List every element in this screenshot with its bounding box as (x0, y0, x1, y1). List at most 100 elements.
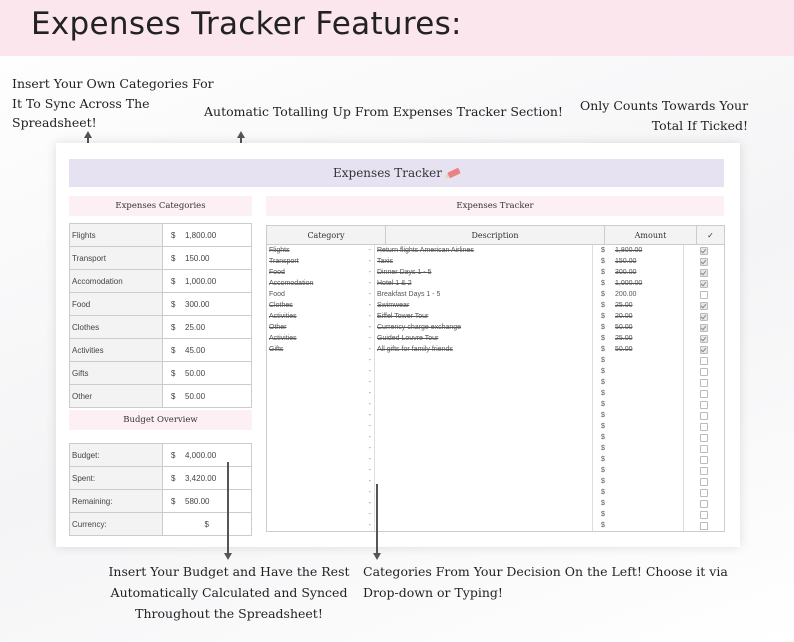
description-cell[interactable]: Return flights American Airlines (375, 245, 593, 256)
amount-cell[interactable]: $50.00 (593, 344, 684, 355)
category-dropdown[interactable]: Food - (267, 289, 375, 300)
row-value-cell[interactable]: $4,000.00 (163, 444, 251, 466)
tick-cell[interactable] (684, 421, 724, 432)
category-dropdown[interactable]: Activities - (267, 333, 375, 344)
description-cell[interactable]: Swimwear (375, 300, 593, 311)
category-dropdown[interactable]: Gifts - (267, 344, 375, 355)
amount-cell[interactable]: $20.00 (593, 311, 684, 322)
amount-cell[interactable]: $ (593, 377, 684, 388)
category-dropdown[interactable]: - (267, 355, 375, 366)
tick-cell[interactable] (684, 366, 724, 377)
tick-cell[interactable] (684, 377, 724, 388)
description-cell[interactable]: Currency charge exchange (375, 322, 593, 333)
tick-cell[interactable] (684, 256, 724, 267)
row-value-cell[interactable]: $3,420.00 (163, 467, 251, 489)
row-value-cell[interactable]: $300.00 (163, 293, 251, 315)
category-dropdown[interactable]: Clothes - (267, 300, 375, 311)
checkbox[interactable] (700, 411, 708, 420)
tick-cell[interactable] (684, 509, 724, 520)
tick-cell[interactable] (684, 443, 724, 454)
category-dropdown[interactable]: Transport - (267, 256, 375, 267)
row-value-cell[interactable]: $1,000.00 (163, 270, 251, 292)
amount-cell[interactable]: $ (593, 421, 684, 432)
description-cell[interactable]: Taxis (375, 256, 593, 267)
checkbox[interactable] (700, 433, 708, 442)
category-dropdown[interactable]: - (267, 366, 375, 377)
category-dropdown[interactable]: - (267, 421, 375, 432)
category-dropdown[interactable]: - (267, 465, 375, 476)
description-cell[interactable] (375, 465, 593, 476)
checkbox[interactable] (700, 279, 708, 288)
checkbox[interactable] (700, 389, 708, 398)
checkbox[interactable] (700, 301, 708, 310)
checkbox[interactable] (700, 257, 708, 266)
row-value-cell[interactable]: $150.00 (163, 247, 251, 269)
amount-cell[interactable]: $ (593, 432, 684, 443)
description-cell[interactable] (375, 520, 593, 531)
checkbox[interactable] (700, 356, 708, 365)
checkbox[interactable] (700, 367, 708, 376)
description-cell[interactable]: Guided Louvre Tour (375, 333, 593, 344)
description-cell[interactable]: Eiffel Tower Tour (375, 311, 593, 322)
tick-cell[interactable] (684, 399, 724, 410)
tick-cell[interactable] (684, 432, 724, 443)
checkbox[interactable] (700, 312, 708, 321)
amount-cell[interactable]: $ (593, 487, 684, 498)
category-dropdown[interactable]: - (267, 476, 375, 487)
checkbox[interactable] (700, 466, 708, 475)
amount-cell[interactable]: $ (593, 498, 684, 509)
checkbox[interactable] (700, 422, 708, 431)
checkbox[interactable] (700, 334, 708, 343)
category-dropdown[interactable]: - (267, 443, 375, 454)
amount-cell[interactable]: $300.00 (593, 267, 684, 278)
amount-cell[interactable]: $ (593, 355, 684, 366)
tick-cell[interactable] (684, 498, 724, 509)
checkbox[interactable] (700, 455, 708, 464)
tick-cell[interactable] (684, 333, 724, 344)
row-value-cell[interactable]: $580.00 (163, 490, 251, 512)
checkbox[interactable] (700, 444, 708, 453)
category-dropdown[interactable]: - (267, 520, 375, 531)
amount-cell[interactable]: $ (593, 509, 684, 520)
category-dropdown[interactable]: - (267, 487, 375, 498)
row-value-cell[interactable]: $1,800.00 (163, 224, 251, 246)
checkbox[interactable] (700, 400, 708, 409)
amount-cell[interactable]: $25.00 (593, 333, 684, 344)
category-dropdown[interactable]: - (267, 454, 375, 465)
amount-cell[interactable]: $25.00 (593, 300, 684, 311)
checkbox[interactable] (700, 477, 708, 486)
category-dropdown[interactable]: - (267, 399, 375, 410)
tick-cell[interactable] (684, 520, 724, 531)
tick-cell[interactable] (684, 355, 724, 366)
tick-cell[interactable] (684, 487, 724, 498)
description-cell[interactable] (375, 399, 593, 410)
row-value-cell[interactable]: $50.00 (163, 362, 251, 384)
amount-cell[interactable]: $ (593, 399, 684, 410)
row-value-cell[interactable]: $25.00 (163, 316, 251, 338)
amount-cell[interactable]: $ (593, 465, 684, 476)
checkbox[interactable] (700, 521, 708, 530)
category-dropdown[interactable]: - (267, 388, 375, 399)
description-cell[interactable] (375, 388, 593, 399)
category-dropdown[interactable]: - (267, 377, 375, 388)
checkbox[interactable] (700, 488, 708, 497)
amount-cell[interactable]: $150.00 (593, 256, 684, 267)
description-cell[interactable] (375, 487, 593, 498)
amount-cell[interactable]: $200.00 (593, 289, 684, 300)
amount-cell[interactable]: $1,800.00 (593, 245, 684, 256)
checkbox[interactable] (700, 499, 708, 508)
description-cell[interactable] (375, 366, 593, 377)
tick-cell[interactable] (684, 278, 724, 289)
amount-cell[interactable]: $ (593, 410, 684, 421)
checkbox[interactable] (700, 345, 708, 354)
row-value-cell[interactable]: $ (163, 513, 251, 535)
description-cell[interactable] (375, 377, 593, 388)
amount-cell[interactable]: $ (593, 388, 684, 399)
row-value-cell[interactable]: $50.00 (163, 385, 251, 407)
amount-cell[interactable]: $50.00 (593, 322, 684, 333)
tick-cell[interactable] (684, 388, 724, 399)
description-cell[interactable] (375, 421, 593, 432)
checkbox[interactable] (700, 510, 708, 519)
row-value-cell[interactable]: $45.00 (163, 339, 251, 361)
category-dropdown[interactable]: - (267, 432, 375, 443)
